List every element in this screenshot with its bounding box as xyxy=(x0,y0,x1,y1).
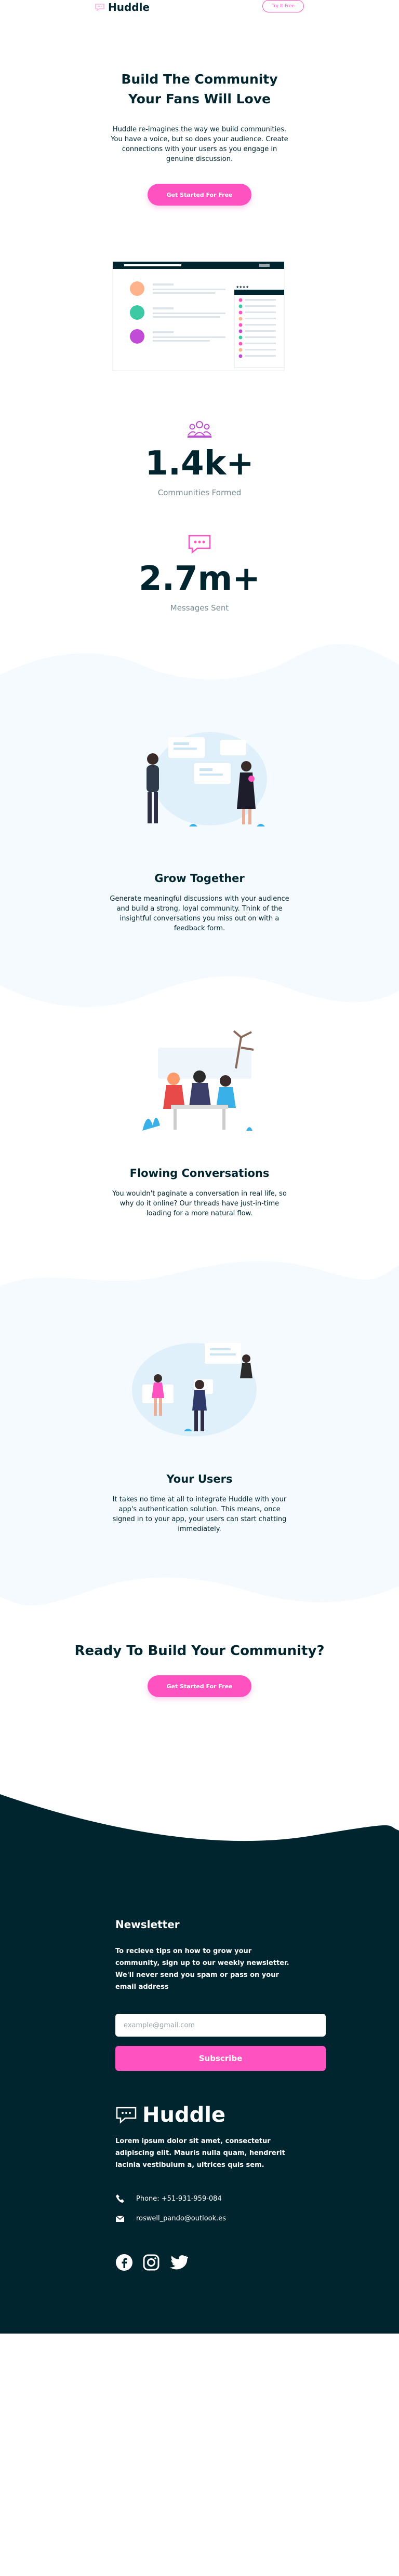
flowing-conversations-illustration xyxy=(142,1030,254,1131)
site-footer: Newsletter To recieve tips on how to gro… xyxy=(0,1794,399,2334)
newsletter-text: To recieve tips on how to grow your comm… xyxy=(115,1947,289,1991)
feature-flowing-conversations: Flowing Conversations You wouldn't pagin… xyxy=(0,1011,399,1255)
final-get-started-button[interactable]: Get Started For Free xyxy=(148,1675,251,1697)
stat-messages-value: 2.7m+ xyxy=(139,560,260,598)
logo-wordmark: Huddle xyxy=(108,1,150,13)
feature-text: Generate meaningful discussions with you… xyxy=(110,895,289,932)
footer-phone-text: Phone: +51-931-959-084 xyxy=(136,2194,222,2203)
feature-text: You wouldn't paginate a conversation in … xyxy=(112,1190,287,1217)
wave-bottom-divider xyxy=(0,1570,399,1606)
stat-communities: 1.4k+ Communities Formed xyxy=(0,418,399,497)
chat-logo-icon xyxy=(95,4,104,11)
huddle-logo[interactable]: Huddle xyxy=(95,0,150,15)
features-band: Grow Together Generate meaningful discus… xyxy=(0,644,399,1612)
feature-text: It takes no time at all to integrate Hud… xyxy=(112,1496,287,1533)
stats-section: 1.4k+ Communities Formed 2.7m+ Messages … xyxy=(0,418,399,613)
email-icon xyxy=(115,2215,125,2222)
users-icon xyxy=(188,421,211,438)
hero-get-started-button[interactable]: Get Started For Free xyxy=(148,184,251,206)
final-cta-title: Ready To Build Your Community? xyxy=(74,1643,325,1659)
wave-divider xyxy=(0,1260,399,1296)
mockup-graphic: ★★★★ xyxy=(112,261,285,371)
social-links xyxy=(115,2254,399,2271)
hero-section: Build The Community Your Fans Will Love … xyxy=(0,70,399,382)
try-it-free-button[interactable]: Try It Free xyxy=(262,0,304,12)
instagram-icon[interactable] xyxy=(142,2254,160,2271)
footer-email-text[interactable]: roswell_pando@outlook.es xyxy=(136,2215,226,2222)
grow-together-illustration xyxy=(147,732,267,826)
footer-logo-wordmark: Huddle xyxy=(142,2103,226,2127)
newsletter-title: Newsletter xyxy=(115,1918,180,1931)
phone-icon xyxy=(116,2194,124,2203)
footer-wave xyxy=(0,1794,399,1856)
footer-about: Lorem ipsum dolor sit amet, consectetur … xyxy=(115,2137,285,2169)
feature-your-users: Your Users It takes no time at all to in… xyxy=(0,1296,399,1570)
app-mockup-illustration: ★★★★ xyxy=(103,252,296,382)
chat-bubble-icon xyxy=(188,535,211,554)
feature-title: Flowing Conversations xyxy=(129,1167,270,1179)
stat-messages-label: Messages Sent xyxy=(170,603,229,613)
site-header: Huddle Try It Free xyxy=(0,0,399,31)
stat-messages: 2.7m+ Messages Sent xyxy=(0,534,399,613)
feature-grow-together: Grow Together Generate meaningful discus… xyxy=(0,685,399,970)
hero-description: Huddle re-imagines the way we build comm… xyxy=(111,126,288,163)
svg-text:★★★★: ★★★★ xyxy=(236,285,249,289)
wave-top-divider xyxy=(0,644,399,685)
feature-title: Grow Together xyxy=(154,872,245,885)
newsletter-email-input[interactable] xyxy=(115,2014,326,2037)
footer-email: roswell_pando@outlook.es xyxy=(115,2215,399,2222)
footer-logo[interactable]: Huddle xyxy=(115,2103,399,2127)
wave-divider xyxy=(0,970,399,1007)
chat-logo-icon xyxy=(116,2107,137,2124)
subscribe-button[interactable]: Subscribe xyxy=(115,2046,326,2071)
hero-title: Build The Community Your Fans Will Love xyxy=(121,72,278,106)
footer-phone: Phone: +51-931-959-084 xyxy=(115,2194,399,2203)
your-users-illustration xyxy=(132,1343,257,1436)
stat-communities-label: Communities Formed xyxy=(157,488,242,497)
twitter-icon[interactable] xyxy=(169,2255,188,2270)
feature-title: Your Users xyxy=(166,1473,233,1485)
stat-communities-value: 1.4k+ xyxy=(145,444,254,483)
facebook-icon[interactable] xyxy=(115,2254,133,2271)
